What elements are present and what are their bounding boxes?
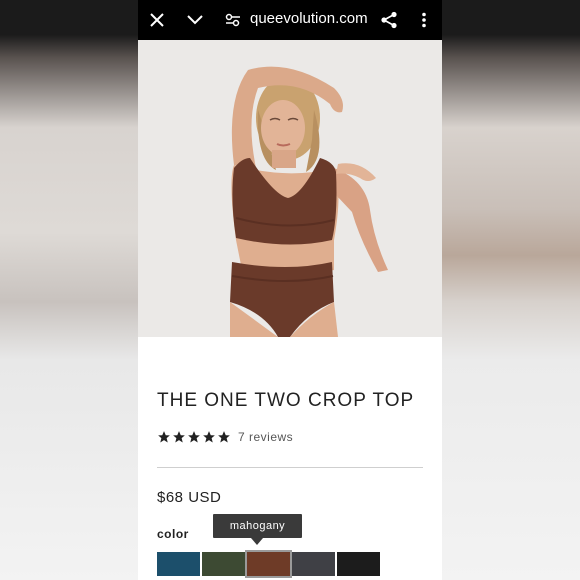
tune-icon[interactable] (222, 9, 244, 31)
reviews-link[interactable]: 7 reviews (238, 430, 293, 444)
star-icon (173, 431, 185, 443)
product-photo[interactable] (138, 40, 442, 337)
swatch-olive[interactable] (202, 552, 245, 576)
browser-toolbar: queevolution.com (138, 0, 442, 40)
model-illustration (138, 40, 442, 337)
url-text[interactable]: queevolution.com (250, 10, 368, 27)
share-icon[interactable] (378, 9, 400, 31)
close-icon[interactable] (146, 9, 168, 31)
star-rating (157, 430, 231, 444)
color-label: color (157, 527, 189, 541)
swatch-blue[interactable] (157, 552, 200, 576)
more-vert-icon[interactable] (413, 9, 435, 31)
blurred-background-left (0, 0, 138, 580)
product-title: THE ONE TWO CROP TOP (157, 390, 415, 411)
phone-screen: queevolution.com THE ONE TWO CROP TOP 7 … (138, 0, 442, 580)
color-swatches (157, 550, 380, 578)
star-icon (158, 431, 170, 443)
color-tooltip: mahogany (213, 514, 302, 545)
swatch-black[interactable] (337, 552, 380, 576)
star-icon (188, 431, 200, 443)
product-rating[interactable]: 7 reviews (157, 430, 293, 444)
star-icon (218, 431, 230, 443)
chevron-down-icon[interactable] (184, 9, 206, 31)
divider (157, 467, 423, 468)
blurred-background-right (442, 0, 580, 580)
swatch-charcoal[interactable] (292, 552, 335, 576)
product-price: $68 USD (157, 489, 222, 506)
star-icon (203, 431, 215, 443)
swatch-mahogany[interactable] (245, 550, 292, 578)
